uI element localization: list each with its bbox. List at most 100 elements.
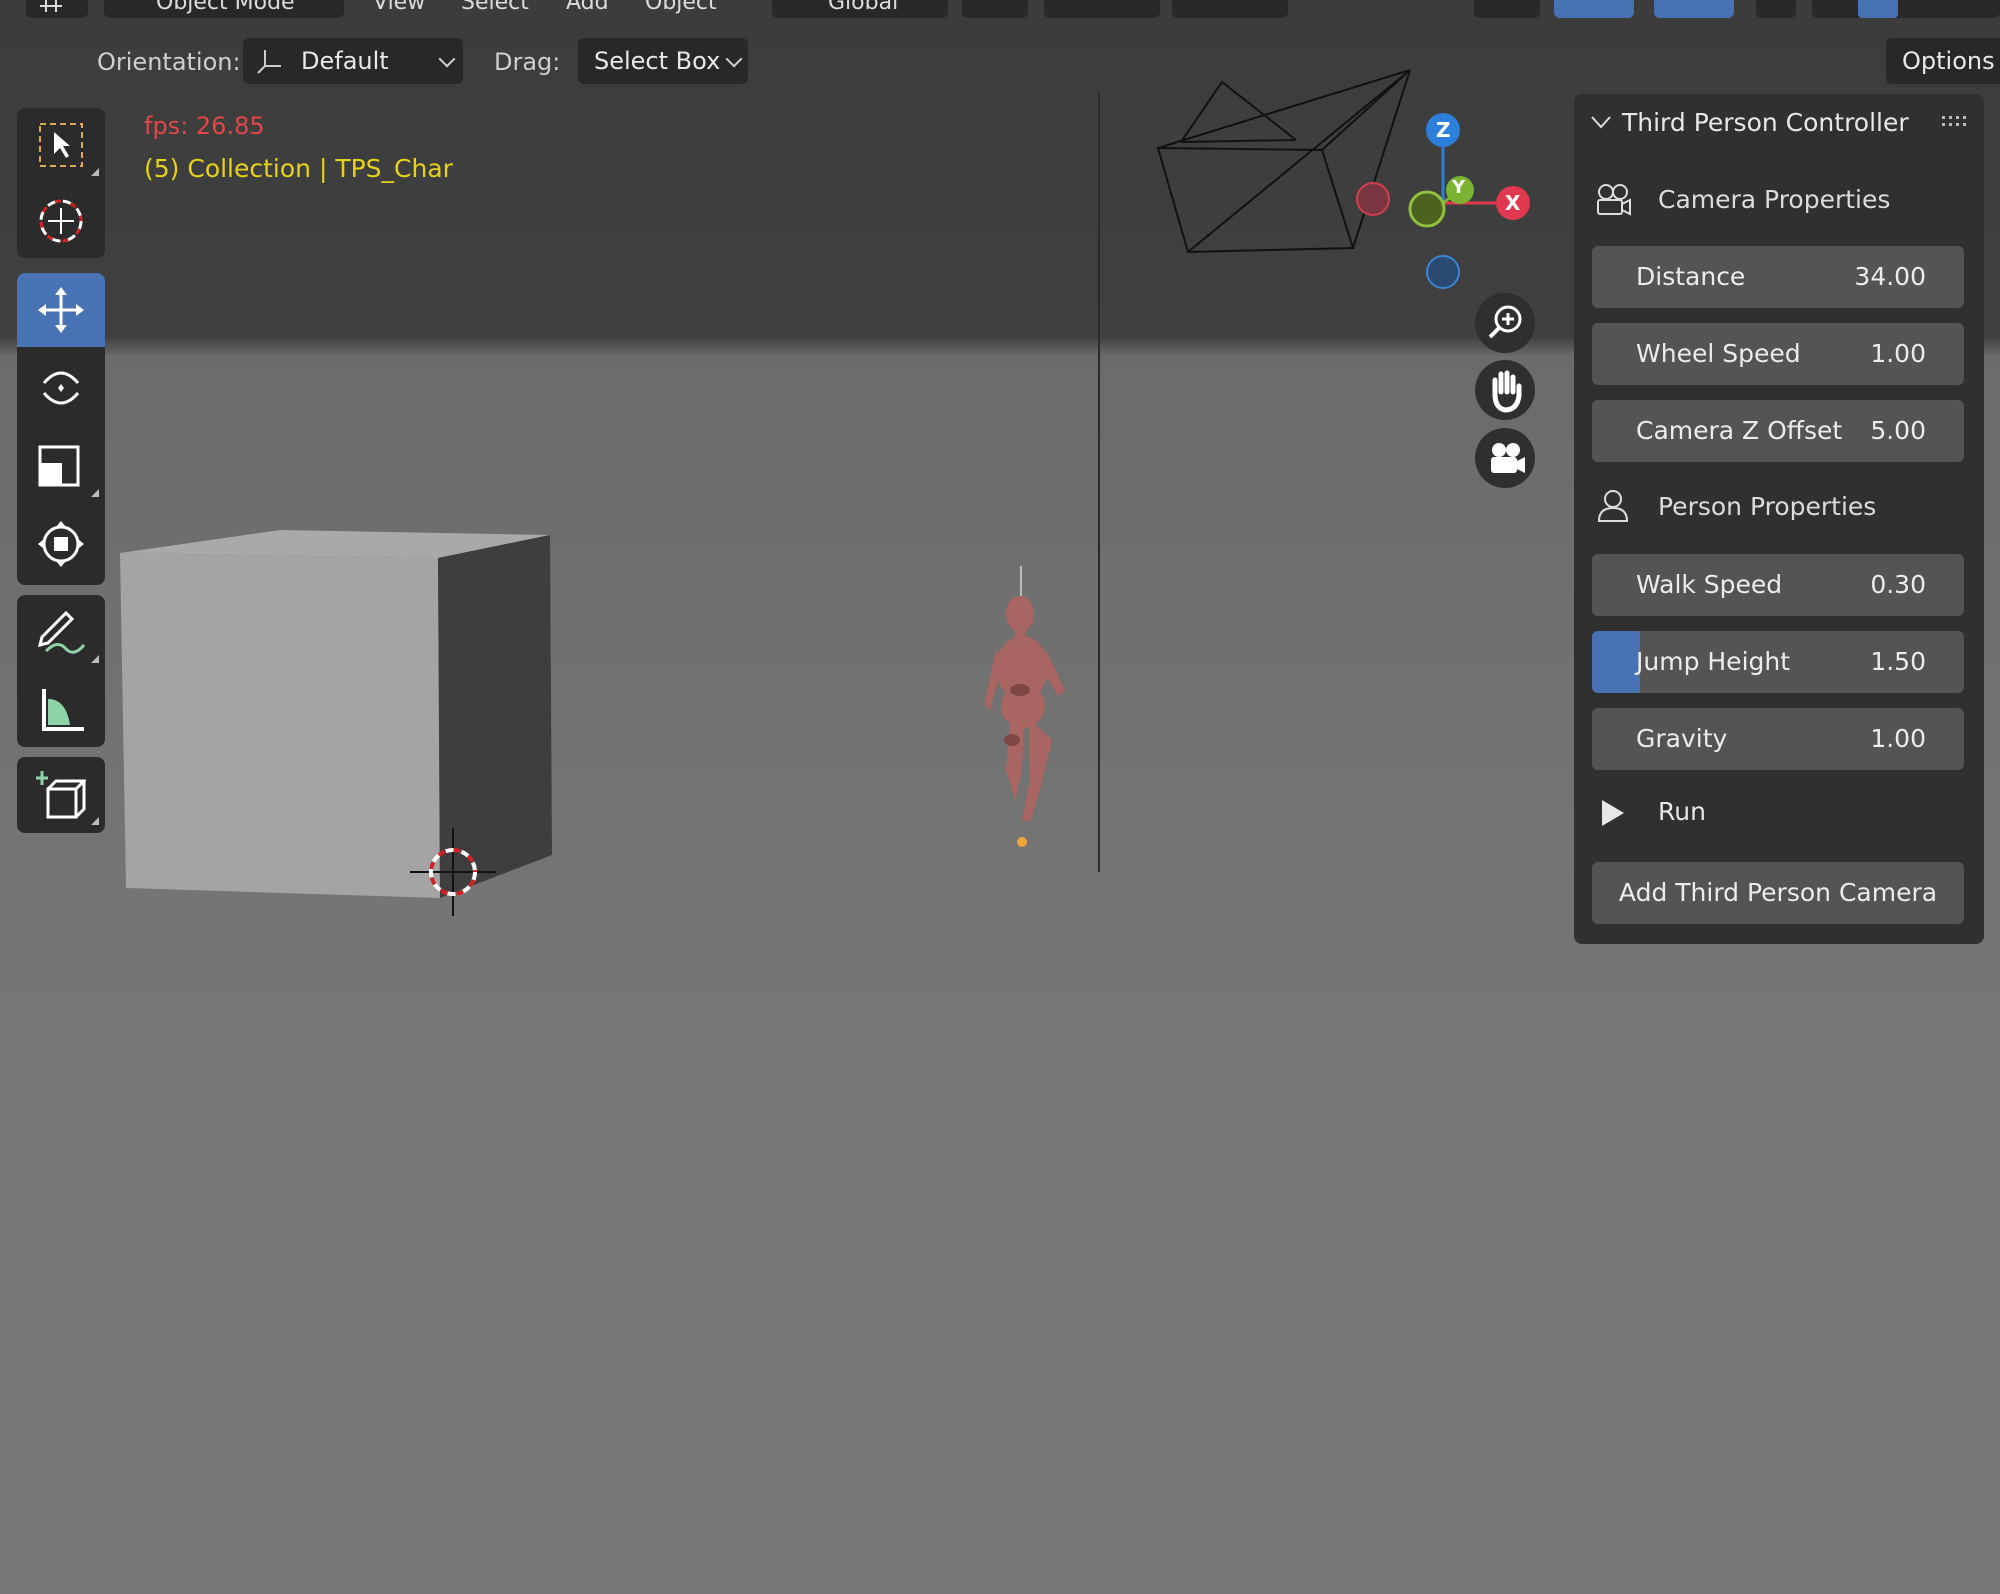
rotate-tool[interactable] [17, 351, 105, 425]
measure-tool[interactable] [17, 673, 105, 747]
orientation-label: Orientation: [97, 48, 241, 76]
gravity-field[interactable]: Gravity 1.00 [1592, 708, 1964, 770]
pan-button[interactable] [1475, 360, 1535, 420]
proportional-editing-button[interactable] [1172, 0, 1288, 18]
scale-tool[interactable] [17, 429, 105, 503]
add-cube-tool[interactable] [17, 757, 105, 831]
tool-submenu-indicator [91, 817, 99, 825]
gizmo-x-label: X [1505, 191, 1521, 215]
select-box-tool[interactable] [17, 108, 105, 182]
pivot-point-button[interactable] [962, 0, 1028, 18]
camera-z-offset-value: 5.00 [1870, 416, 1926, 445]
drag-handle-icon[interactable] [1942, 114, 1970, 128]
shading-buttons[interactable] [1812, 0, 2000, 18]
camera-properties-label: Camera Properties [1658, 185, 1891, 214]
snap-button[interactable] [1044, 0, 1160, 18]
overlay-toggle-button[interactable] [1654, 0, 1734, 18]
gizmo-neg-x[interactable] [1356, 182, 1390, 216]
gizmo-neg-z[interactable] [1426, 255, 1460, 289]
gravity-label: Gravity [1636, 724, 1728, 753]
hand-icon [1492, 370, 1522, 413]
camera-view-button[interactable] [1475, 428, 1535, 488]
distance-label: Distance [1636, 262, 1746, 291]
pencil-icon [37, 610, 86, 654]
move-tool[interactable] [17, 273, 105, 347]
walk-speed-value: 0.30 [1870, 570, 1926, 599]
chevron-down-icon [438, 50, 456, 68]
header-bar: Object Mode View Select Add Object Globa… [0, 0, 2000, 20]
mode-dropdown[interactable]: Object Mode [104, 0, 344, 18]
active-collection-label: (5) Collection | TPS_Char [144, 154, 453, 183]
person-properties-label: Person Properties [1658, 492, 1877, 521]
gizmo-y-label: Y [1452, 177, 1466, 198]
wheel-speed-label: Wheel Speed [1636, 339, 1801, 368]
annotate-tool-group [17, 595, 105, 747]
add-tool-group [17, 757, 105, 833]
cursor-icon [39, 199, 83, 243]
orientation-dropdown[interactable]: Default [243, 38, 463, 84]
jump-height-value: 1.50 [1870, 647, 1926, 676]
menu-view[interactable]: View [373, 0, 425, 15]
options-dropdown[interactable]: Options [1886, 38, 2000, 84]
run-operator[interactable]: Run [1584, 782, 1964, 844]
editor-type-button[interactable] [26, 0, 88, 18]
tool-settings-bar: Orientation: Default Drag: Select Box Op… [0, 38, 2000, 88]
select-tool-group [17, 108, 105, 258]
chevron-down-icon[interactable] [1590, 114, 1612, 130]
add-cube-icon [36, 771, 86, 819]
gizmo-z-label: Z [1436, 118, 1451, 142]
measure-icon [42, 689, 84, 731]
wheel-speed-field[interactable]: Wheel Speed 1.00 [1592, 323, 1964, 385]
transform-tool[interactable] [17, 507, 105, 581]
walk-speed-field[interactable]: Walk Speed 0.30 [1592, 554, 1964, 616]
jump-height-slider[interactable]: Jump Height 1.50 [1592, 631, 1964, 693]
zoom-icon [1488, 305, 1522, 339]
run-label: Run [1658, 797, 1706, 826]
transform-tool-group [17, 273, 105, 585]
gravity-value: 1.00 [1870, 724, 1926, 753]
editor-type-icon [40, 0, 62, 12]
person-icon [1597, 490, 1629, 522]
scale-icon [38, 445, 80, 487]
options-label: Options [1902, 47, 1995, 75]
add-third-person-camera-button[interactable]: Add Third Person Camera [1592, 862, 1964, 924]
menu-object[interactable]: Object [645, 0, 717, 15]
solid-shading-icon[interactable] [1858, 0, 1898, 18]
transform-icon [38, 521, 84, 567]
menu-select[interactable]: Select [461, 0, 529, 15]
tool-submenu-indicator [91, 168, 99, 176]
annotate-tool[interactable] [17, 595, 105, 669]
move-icon [38, 287, 84, 333]
tool-submenu-indicator [91, 655, 99, 663]
cube-object[interactable] [120, 530, 552, 898]
mode-label: Object Mode [156, 0, 295, 15]
xray-button[interactable] [1756, 0, 1796, 18]
origin-dot [1017, 837, 1027, 847]
drag-dropdown[interactable]: Select Box [578, 38, 748, 84]
gizmo-neg-y[interactable] [1408, 190, 1446, 228]
tool-submenu-indicator [91, 489, 99, 497]
camera-z-offset-field[interactable]: Camera Z Offset 5.00 [1592, 400, 1964, 462]
jump-height-slider-fill [1592, 631, 1641, 693]
fps-readout: fps: 26.85 [144, 112, 265, 140]
visibility-button[interactable] [1474, 0, 1540, 18]
transform-orientation-dropdown[interactable]: Global [772, 0, 948, 18]
cursor-tool[interactable] [17, 184, 105, 258]
zoom-button[interactable] [1475, 293, 1535, 353]
navigation-gizmo[interactable]: Z Y X [1340, 105, 1540, 295]
gizmo-toggle-button[interactable] [1554, 0, 1634, 18]
camera-icon [1491, 443, 1525, 473]
camera-icon [1597, 184, 1631, 216]
rotate-icon [42, 371, 80, 405]
transform-orientation-label: Global [828, 0, 899, 15]
chevron-down-icon [725, 50, 743, 68]
character-tps-char[interactable] [984, 566, 1065, 822]
camera-z-offset-label: Camera Z Offset [1636, 416, 1843, 445]
orientation-icon [257, 50, 281, 74]
wheel-speed-value: 1.00 [1870, 339, 1926, 368]
distance-value: 34.00 [1854, 262, 1926, 291]
distance-field[interactable]: Distance 34.00 [1592, 246, 1964, 308]
panel-title[interactable]: Third Person Controller [1622, 108, 1909, 137]
menu-add[interactable]: Add [566, 0, 609, 15]
play-icon [1602, 800, 1624, 826]
